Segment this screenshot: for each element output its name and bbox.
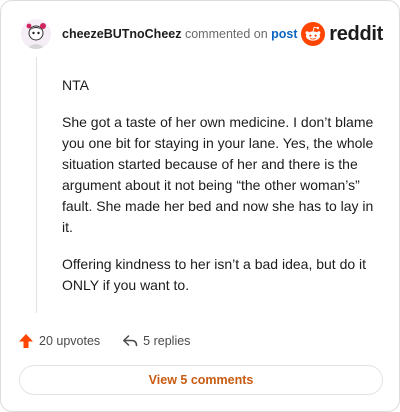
- upvote-arrow-icon: [19, 334, 33, 348]
- comment-card: cheezeBUTnoCheez commented on post reddi…: [0, 0, 400, 412]
- comment-actions: 20 upvotes 5 replies: [18, 331, 190, 351]
- upvote-button[interactable]: 20 upvotes: [18, 333, 100, 349]
- view-comments-button[interactable]: View 5 comments: [19, 365, 383, 395]
- comment-body: NTA She got a taste of her own medicine.…: [62, 75, 382, 296]
- comment-paragraph: Offering kindness to her isn’t a bad ide…: [62, 256, 367, 293]
- reddit-wordmark: reddit: [329, 22, 383, 45]
- reddit-logo[interactable]: reddit: [301, 21, 383, 47]
- comment-meta: cheezeBUTnoCheez commented on post: [62, 27, 298, 41]
- replies-count: 5 replies: [143, 334, 191, 348]
- replies-button[interactable]: 5 replies: [122, 333, 190, 349]
- meta-verb: commented on: [184, 27, 268, 41]
- upvote-count: 20 upvotes: [39, 334, 101, 348]
- thread-line: [36, 57, 37, 313]
- comment-header: cheezeBUTnoCheez commented on post reddi…: [21, 19, 383, 49]
- post-link[interactable]: post: [271, 27, 297, 41]
- comment-paragraph: NTA: [62, 77, 89, 93]
- avatar[interactable]: [21, 19, 51, 49]
- comment-paragraph: She got a taste of her own medicine. I d…: [62, 114, 374, 235]
- username-link[interactable]: cheezeBUTnoCheez: [62, 27, 181, 41]
- reply-icon: [123, 335, 138, 347]
- reddit-snoo-icon: [301, 22, 326, 46]
